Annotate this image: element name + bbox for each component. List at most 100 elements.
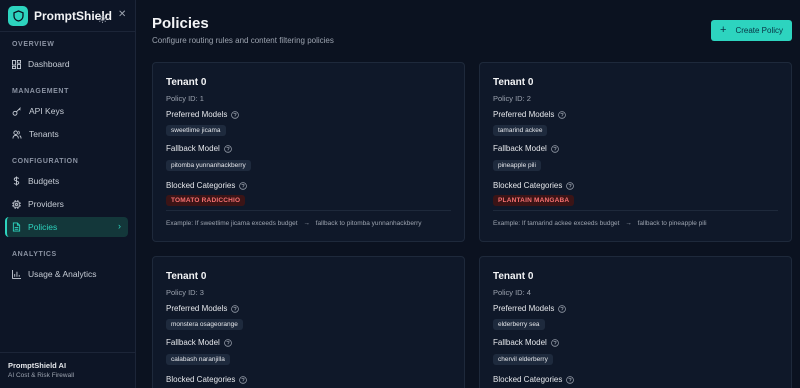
help-icon[interactable]: [239, 181, 248, 190]
sidebar-item-usage-analytics[interactable]: Usage & Analytics: [5, 264, 128, 284]
footer-subtitle: AI Cost & Risk Firewall: [8, 372, 75, 379]
shield-logo-icon: [8, 6, 28, 26]
tenant-name: Tenant 0: [493, 77, 534, 88]
footer-title: PromptShield AI: [8, 361, 67, 370]
sidebar-item-api-keys[interactable]: API Keys: [5, 101, 128, 121]
label-text: Fallback Model: [166, 144, 220, 153]
sidebar-item-label: Dashboard: [28, 59, 70, 69]
model-tag: monstera osageorange: [166, 319, 243, 330]
policy-id: Policy ID: 1: [166, 94, 204, 103]
example-condition: If tamarind ackee exceeds budget: [521, 220, 620, 227]
create-policy-button[interactable]: + Create Policy: [711, 20, 792, 41]
label-text: Preferred Models: [166, 110, 228, 119]
divider: [0, 31, 136, 32]
arrow-right-icon: →: [625, 220, 632, 227]
help-icon[interactable]: [566, 181, 575, 190]
blocked-category-tag: TOMATO RADICCHIO: [166, 195, 246, 206]
sidebar-item-dashboard[interactable]: Dashboard: [5, 54, 128, 74]
help-icon[interactable]: [558, 304, 567, 313]
sidebar-item-policies[interactable]: Policies ›: [5, 217, 128, 237]
policy-card[interactable]: Tenant 0 Policy ID: 1 Preferred Models s…: [152, 62, 465, 242]
policy-example: Example: If sweetlime jicama exceeds bud…: [166, 220, 422, 227]
help-icon[interactable]: [239, 375, 248, 384]
help-icon[interactable]: [551, 144, 559, 153]
label-text: Blocked Categories: [493, 181, 563, 190]
model-tag: tamarind ackee: [493, 125, 548, 136]
section-label-configuration: CONFIGURATION: [12, 158, 79, 165]
sidebar: PromptShield ✕ OVERVIEW Dashboard MANAGE…: [0, 0, 136, 388]
policy-id: Policy ID: 3: [166, 288, 204, 297]
sidebar-item-budgets[interactable]: Budgets: [5, 171, 128, 191]
help-icon[interactable]: [558, 110, 567, 119]
blocked-categories-label: Blocked Categories: [493, 181, 575, 190]
model-tag: sweetlime jicama: [166, 125, 226, 136]
tenant-name: Tenant 0: [493, 271, 534, 282]
key-icon: [12, 106, 21, 116]
preferred-models-label: Preferred Models: [493, 304, 567, 313]
dashboard-icon: [12, 59, 21, 69]
label-text: Blocked Categories: [166, 375, 236, 384]
policy-id: Policy ID: 4: [493, 288, 531, 297]
policy-card[interactable]: Tenant 0 Policy ID: 3 Preferred Models m…: [152, 256, 465, 388]
chevron-right-icon: ›: [118, 221, 121, 231]
users-icon: [12, 129, 22, 139]
close-icon[interactable]: ✕: [118, 9, 126, 20]
fallback-model-label: Fallback Model: [493, 144, 559, 153]
example-prefix: Example:: [493, 220, 521, 227]
model-tag: pitomba yunnanhackberry: [166, 160, 251, 171]
divider: [493, 210, 778, 211]
divider: [0, 352, 136, 353]
divider: [166, 210, 451, 211]
example-condition: If sweetlime jicama exceeds budget: [194, 220, 298, 227]
model-tag: elderberry sea: [493, 319, 545, 330]
brand[interactable]: PromptShield: [8, 5, 112, 27]
help-icon[interactable]: [224, 338, 232, 347]
sidebar-item-label: Tenants: [29, 129, 59, 139]
label-text: Fallback Model: [166, 338, 220, 347]
blocked-categories-label: Blocked Categories: [166, 181, 248, 190]
help-icon[interactable]: [551, 338, 559, 347]
fallback-model-label: Fallback Model: [166, 144, 232, 153]
dollar-icon: [13, 176, 20, 186]
example-result: fallback to pineapple pili: [637, 220, 707, 227]
fallback-model-label: Fallback Model: [493, 338, 559, 347]
help-icon[interactable]: [231, 110, 240, 119]
label-text: Fallback Model: [493, 144, 547, 153]
help-icon[interactable]: [231, 304, 240, 313]
model-tag: pineapple pili: [493, 160, 541, 171]
label-text: Preferred Models: [493, 304, 555, 313]
sidebar-item-label: Budgets: [28, 176, 60, 186]
policy-card[interactable]: Tenant 0 Policy ID: 4 Preferred Models e…: [479, 256, 792, 388]
tenant-name: Tenant 0: [166, 271, 207, 282]
bar-chart-icon: [12, 269, 21, 279]
label-text: Blocked Categories: [493, 375, 563, 384]
label-text: Fallback Model: [493, 338, 547, 347]
example-result: fallback to pitomba yunnanhackberry: [315, 220, 422, 227]
sidebar-item-label: API Keys: [29, 106, 64, 116]
policy-card[interactable]: Tenant 0 Policy ID: 2 Preferred Models t…: [479, 62, 792, 242]
page-subtitle: Configure routing rules and content filt…: [152, 36, 334, 45]
tenant-name: Tenant 0: [166, 77, 207, 88]
section-label-overview: OVERVIEW: [12, 41, 55, 48]
sidebar-item-providers[interactable]: Providers: [5, 194, 128, 214]
label-text: Preferred Models: [166, 304, 228, 313]
help-icon[interactable]: [224, 144, 232, 153]
blocked-categories-label: Blocked Categories: [166, 375, 248, 384]
preferred-models-label: Preferred Models: [166, 304, 240, 313]
label-text: Blocked Categories: [166, 181, 236, 190]
model-tag: chervil elderberry: [493, 354, 553, 365]
section-label-management: MANAGEMENT: [12, 88, 69, 95]
sun-icon[interactable]: [98, 10, 107, 28]
example-prefix: Example:: [166, 220, 194, 227]
create-policy-label: Create Policy: [735, 26, 784, 35]
document-icon: [12, 222, 21, 232]
page-title: Policies: [152, 15, 209, 32]
policy-id: Policy ID: 2: [493, 94, 531, 103]
sidebar-item-label: Providers: [28, 199, 64, 209]
sidebar-item-tenants[interactable]: Tenants: [5, 124, 128, 144]
sidebar-item-label: Usage & Analytics: [28, 269, 97, 279]
help-icon[interactable]: [566, 375, 575, 384]
preferred-models-label: Preferred Models: [493, 110, 567, 119]
sidebar-item-label: Policies: [28, 222, 58, 232]
label-text: Preferred Models: [493, 110, 555, 119]
